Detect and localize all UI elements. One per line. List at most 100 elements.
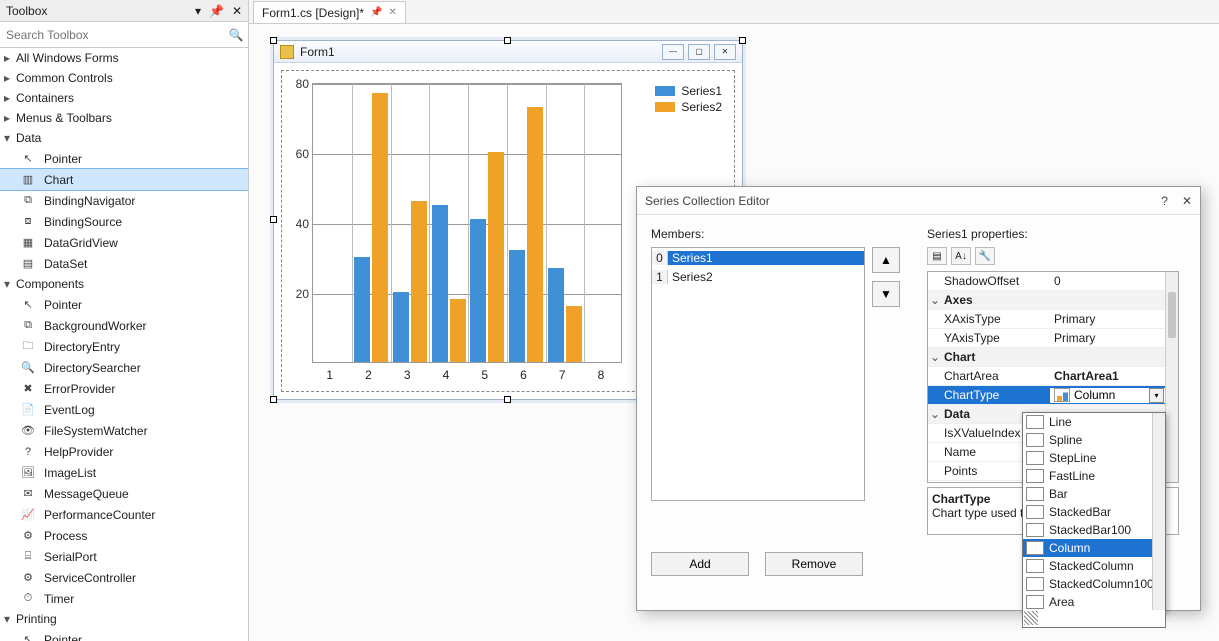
members-list-item[interactable]: 0Series1 <box>652 248 864 267</box>
property-row[interactable]: ShadowOffset0 <box>928 272 1178 291</box>
property-value[interactable]: Column▾ <box>1050 388 1178 403</box>
charttype-option[interactable]: Area <box>1023 593 1165 611</box>
selection-handle[interactable] <box>270 37 277 44</box>
search-icon[interactable]: 🔍 <box>224 28 248 42</box>
legend-swatch <box>655 102 675 112</box>
charttype-dropdown-resize[interactable] <box>1022 610 1166 628</box>
toolbox-category[interactable]: Data <box>0 128 248 148</box>
alphabetical-view-icon[interactable]: A↓ <box>951 247 971 265</box>
property-value[interactable]: 0 <box>1050 274 1178 288</box>
toolbox-item-icon: 👁 <box>20 423 36 439</box>
form-close-button[interactable]: ✕ <box>714 44 736 60</box>
property-row[interactable]: ChartAreaChartArea1 <box>928 367 1178 386</box>
toolbox-search-input[interactable] <box>0 24 224 46</box>
dialog-close-icon[interactable]: ✕ <box>1182 187 1192 215</box>
toolbox-item[interactable]: 📄EventLog <box>0 399 248 420</box>
property-row[interactable]: ChartTypeColumn▾ <box>928 386 1178 405</box>
selection-handle[interactable] <box>504 37 511 44</box>
member-move-down-button[interactable]: ▼ <box>872 281 900 307</box>
charttype-option-label: StackedBar <box>1049 505 1111 519</box>
toolbox-item[interactable]: ▤DataSet <box>0 253 248 274</box>
toolbox-close-icon[interactable]: ✕ <box>232 0 242 22</box>
toolbox-item[interactable]: ✖ErrorProvider <box>0 378 248 399</box>
toolbox-item[interactable]: 📈PerformanceCounter <box>0 504 248 525</box>
expand-icon[interactable]: ⌄ <box>928 350 942 364</box>
property-grid-scrollbar[interactable] <box>1165 272 1178 482</box>
toolbox-category[interactable]: Common Controls <box>0 68 248 88</box>
toolbox-item[interactable]: ⌸SerialPort <box>0 546 248 567</box>
toolbox-item[interactable]: ?HelpProvider <box>0 441 248 462</box>
charttype-option[interactable]: StackedColumn <box>1023 557 1165 575</box>
charttype-dropdown-scrollbar[interactable] <box>1152 413 1165 611</box>
form-maximize-button[interactable]: ▢ <box>688 44 710 60</box>
toolbox-item[interactable]: ↖Pointer <box>0 629 248 641</box>
toolbox-item[interactable]: ▦DataGridView <box>0 232 248 253</box>
property-value[interactable]: ChartArea1 <box>1050 369 1178 383</box>
charttype-option[interactable]: Bar <box>1023 485 1165 503</box>
toolbox-item-icon: 🔍 <box>20 360 36 376</box>
toolbox-item[interactable]: ⚙ServiceController <box>0 567 248 588</box>
toolbox-item[interactable]: ✉MessageQueue <box>0 483 248 504</box>
toolbox-category[interactable]: Printing <box>0 609 248 629</box>
properties-label: Series1 properties: <box>927 227 1028 241</box>
toolbox-item[interactable]: ↖Pointer <box>0 148 248 169</box>
toolbox-tree[interactable]: All Windows FormsCommon ControlsContaine… <box>0 48 248 641</box>
property-row[interactable]: YAxisTypePrimary <box>928 329 1178 348</box>
toolbox-item-icon: ⧉ <box>20 318 36 334</box>
toolbox-dropdown-icon[interactable]: ▾ <box>195 0 201 22</box>
toolbox-category[interactable]: Menus & Toolbars <box>0 108 248 128</box>
selection-handle[interactable] <box>270 396 277 403</box>
toolbox-item[interactable]: ⧉BindingNavigator <box>0 190 248 211</box>
dialog-help-icon[interactable]: ? <box>1161 187 1168 215</box>
charttype-option[interactable]: StepLine <box>1023 449 1165 467</box>
property-value[interactable]: Primary <box>1050 312 1178 326</box>
charttype-option[interactable]: Line <box>1023 413 1165 431</box>
selection-handle[interactable] <box>504 396 511 403</box>
tab-pin-icon[interactable]: 📌 <box>370 2 382 24</box>
toolbox-item[interactable]: 🔍 DirectorySearcher <box>0 357 248 378</box>
toolbox-item[interactable]: ↖Pointer <box>0 294 248 315</box>
add-button[interactable]: Add <box>651 552 749 576</box>
toolbox-item[interactable]: 🗀DirectoryEntry <box>0 336 248 357</box>
toolbox-item[interactable]: ⧈BindingSource <box>0 211 248 232</box>
property-category[interactable]: ⌄Axes <box>928 291 1178 310</box>
toolbox-pin-icon[interactable]: 📌 <box>209 0 224 22</box>
remove-button[interactable]: Remove <box>765 552 863 576</box>
charttype-option[interactable]: StackedBar100 <box>1023 521 1165 539</box>
members-list-item[interactable]: 1Series2 <box>652 267 864 286</box>
charttype-dropdown-list[interactable]: LineSplineStepLineFastLineBar StackedBar S… <box>1022 412 1166 612</box>
toolbox-item[interactable]: 👁FileSystemWatcher <box>0 420 248 441</box>
charttype-option[interactable]: Spline <box>1023 431 1165 449</box>
property-value[interactable]: Primary <box>1050 331 1178 345</box>
expand-icon[interactable]: ⌄ <box>928 293 942 307</box>
toolbox-item[interactable]: ⏱Timer <box>0 588 248 609</box>
dropdown-button[interactable]: ▾ <box>1149 388 1164 403</box>
toolbox-item[interactable]: ⧉BackgroundWorker <box>0 315 248 336</box>
property-pages-icon[interactable]: 🔧 <box>975 247 995 265</box>
charttype-option[interactable]: StackedBar <box>1023 503 1165 521</box>
form-minimize-button[interactable]: — <box>662 44 684 60</box>
toolbox-item[interactable]: ▥Chart <box>0 169 248 190</box>
selection-handle[interactable] <box>270 216 277 223</box>
toolbox-item[interactable]: 🖼ImageList <box>0 462 248 483</box>
toolbox-category[interactable]: Containers <box>0 88 248 108</box>
expand-icon[interactable]: ⌄ <box>928 407 942 421</box>
categorized-view-icon[interactable]: ▤ <box>927 247 947 265</box>
document-tab[interactable]: Form1.cs [Design]* 📌 ✕ <box>253 1 406 23</box>
member-move-up-button[interactable]: ▲ <box>872 247 900 273</box>
charttype-option[interactable]: StackedColumn100 <box>1023 575 1165 593</box>
toolbox-category[interactable]: All Windows Forms <box>0 48 248 68</box>
toolbox-category[interactable]: Components <box>0 274 248 294</box>
toolbox-item-label: DirectorySearcher <box>44 361 141 375</box>
property-row[interactable]: XAxisTypePrimary <box>928 310 1178 329</box>
charttype-option[interactable]: FastLine <box>1023 467 1165 485</box>
selection-handle[interactable] <box>739 37 746 44</box>
dialog-titlebar[interactable]: Series Collection Editor ✕ ? <box>637 187 1200 215</box>
chart-bar <box>432 205 448 363</box>
toolbox-item[interactable]: ⚙Process <box>0 525 248 546</box>
property-category[interactable]: ⌄Chart <box>928 348 1178 367</box>
tab-close-icon[interactable]: ✕ <box>388 2 396 24</box>
charttype-option-icon <box>1026 505 1044 519</box>
members-listbox[interactable]: 0Series11Series2 <box>651 247 865 501</box>
charttype-option[interactable]: Column <box>1023 539 1165 557</box>
